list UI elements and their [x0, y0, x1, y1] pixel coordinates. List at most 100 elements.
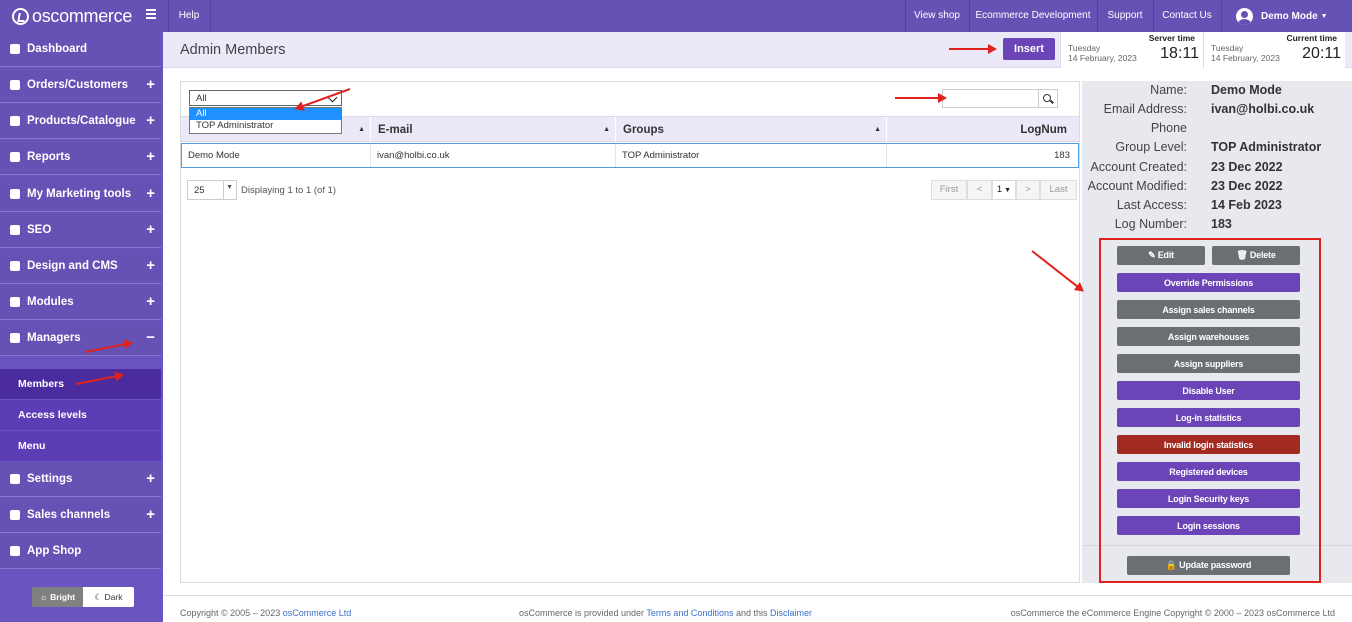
- expand-icon[interactable]: +: [146, 471, 155, 486]
- sidebar-subitem-menu[interactable]: Menu: [0, 431, 161, 462]
- folder-icon: [10, 116, 20, 126]
- sidebar-item-settings[interactable]: Settings +: [0, 462, 161, 497]
- puzzle-icon: [10, 297, 20, 307]
- sidebar-item-seo[interactable]: SEO +: [0, 213, 161, 248]
- chart-icon: [10, 152, 20, 162]
- annotation-arrow: [949, 44, 997, 54]
- sidebar-item-dashboard[interactable]: Dashboard: [0, 32, 161, 67]
- page-select[interactable]: 1 ▼: [992, 180, 1016, 200]
- sidebar-item-reports[interactable]: Reports +: [0, 140, 161, 175]
- created-label: Account Created:: [1090, 160, 1187, 174]
- collapse-icon[interactable]: −: [146, 330, 155, 345]
- bright-theme-button[interactable]: ☼ Bright: [32, 587, 83, 607]
- sidebar-item-label: Modules: [27, 296, 74, 308]
- sidebar-item-label: Reports: [27, 151, 71, 163]
- sidebar-subitem-members[interactable]: Members: [0, 369, 161, 400]
- expand-icon[interactable]: +: [146, 149, 155, 164]
- cell-group: TOP Administrator: [616, 144, 887, 167]
- expand-icon[interactable]: +: [146, 113, 155, 128]
- sidebar-subitem-access-levels[interactable]: Access levels: [0, 400, 161, 431]
- sidebar: Dashboard Orders/Customers + Products/Catal…: [0, 32, 163, 622]
- user-name: Demo Mode: [1261, 10, 1318, 22]
- expand-icon[interactable]: +: [146, 507, 155, 522]
- user-icon: [10, 333, 20, 343]
- current-time: Current time Tuesday 14 February, 2023 20…: [1203, 32, 1345, 68]
- help-link[interactable]: Help: [168, 0, 210, 32]
- last-access-label: Last Access:: [1116, 198, 1187, 212]
- monitor-icon: [10, 510, 20, 520]
- server-time: Server time Tuesday 14 February, 2023 18:…: [1060, 32, 1203, 68]
- group-value: TOP Administrator: [1211, 140, 1322, 154]
- disclaimer-link[interactable]: Disclaimer: [770, 608, 812, 618]
- cart-icon: [10, 546, 20, 556]
- insert-button[interactable]: Insert: [1003, 38, 1055, 60]
- next-page-icon[interactable]: >: [1016, 180, 1040, 200]
- contact-us-link[interactable]: Contact Us: [1153, 0, 1221, 32]
- menu-toggle-icon[interactable]: [146, 9, 156, 21]
- tag-icon: [10, 189, 20, 199]
- sidebar-item-sales-channels[interactable]: Sales channels +: [0, 498, 161, 533]
- logo[interactable]: oscommerce: [0, 0, 163, 32]
- sidebar-item-label: Managers: [27, 332, 81, 344]
- expand-icon[interactable]: +: [146, 258, 155, 273]
- avatar-icon: [1236, 7, 1253, 25]
- expand-icon[interactable]: +: [146, 186, 155, 201]
- sun-icon: ☼: [39, 592, 51, 602]
- page-header: Admin Members Insert Server time Tuesday…: [163, 32, 1352, 68]
- annotation-highlight-box: [1099, 238, 1321, 583]
- phone-label: Phone: [1150, 121, 1187, 135]
- filter-option-all[interactable]: All: [190, 108, 341, 120]
- current-date: Tuesday 14 February, 2023: [1211, 43, 1280, 63]
- sort-asc-icon: ▲: [358, 126, 365, 133]
- sidebar-item-my-marketing-tools[interactable]: My Marketing tools +: [0, 177, 161, 212]
- logo-text: oscommerce: [32, 5, 133, 26]
- oscommerce-link[interactable]: osCommerce Ltd: [283, 608, 352, 618]
- table-row[interactable]: Demo Mode ivan@holbi.co.uk TOP Administr…: [181, 143, 1079, 168]
- dark-theme-button[interactable]: ☾ Dark: [83, 587, 134, 607]
- members-table-panel: ▲ E-mail ▲ Groups ▲ LogNum Demo Mode ivan@…: [180, 81, 1080, 583]
- support-link[interactable]: Support: [1097, 0, 1153, 32]
- terms-link[interactable]: Terms and Conditions: [646, 608, 733, 618]
- search-icon[interactable]: [1039, 90, 1057, 107]
- expand-icon[interactable]: +: [146, 77, 155, 92]
- sidebar-item-label: App Shop: [27, 545, 82, 557]
- sidebar-item-app-shop[interactable]: App Shop: [0, 534, 161, 569]
- expand-icon[interactable]: +: [146, 222, 155, 237]
- email-value: ivan@holbi.co.uk: [1211, 102, 1315, 116]
- name-label: Name:: [1150, 83, 1187, 97]
- footer-copyright: Copyright © 2005 – 2023 osCommerce Ltd: [180, 608, 352, 618]
- cell-name: Demo Mode: [182, 144, 371, 167]
- column-header-lognum[interactable]: LogNum: [886, 117, 1079, 143]
- sidebar-item-orders-customers[interactable]: Orders/Customers +: [0, 68, 161, 103]
- caret-down-icon: ▼: [1320, 12, 1328, 20]
- server-time-value: 18:11: [1160, 45, 1199, 62]
- sidebar-item-label: Dashboard: [27, 43, 88, 55]
- page-size-select[interactable]: 25 ▼: [187, 180, 237, 200]
- server-time-label: Server time: [1148, 33, 1195, 43]
- last-page-button[interactable]: Last: [1040, 180, 1077, 200]
- caret-down-icon: ▼: [226, 184, 233, 191]
- prev-page-icon[interactable]: <: [967, 180, 992, 200]
- sidebar-item-modules[interactable]: Modules +: [0, 285, 161, 320]
- expand-icon[interactable]: +: [146, 294, 155, 309]
- oscommerce-logo-icon: [12, 7, 29, 25]
- ecommerce-development-link[interactable]: Ecommerce Development: [969, 0, 1097, 32]
- sidebar-item-products-catalogue[interactable]: Products/Catalogue +: [0, 104, 161, 139]
- view-shop-link[interactable]: View shop: [905, 0, 969, 32]
- sidebar-item-managers[interactable]: Managers −: [0, 321, 161, 356]
- column-header-email[interactable]: E-mail ▲: [370, 117, 615, 143]
- theme-switch[interactable]: ☼ Bright ☾ Dark: [32, 587, 134, 607]
- sort-icon: ▲: [603, 126, 610, 133]
- search-input[interactable]: [943, 90, 1039, 107]
- column-header-groups[interactable]: Groups ▲: [615, 117, 886, 143]
- filter-option-top-administrator[interactable]: TOP Administrator: [190, 120, 341, 132]
- sidebar-item-label: Products/Catalogue: [27, 115, 136, 127]
- sidebar-item-design-and-cms[interactable]: Design and CMS +: [0, 249, 161, 284]
- first-page-button[interactable]: First: [931, 180, 967, 200]
- page-title: Admin Members: [180, 42, 286, 58]
- cell-email: ivan@holbi.co.uk: [371, 144, 616, 167]
- user-menu[interactable]: Demo Mode ▼: [1226, 0, 1352, 32]
- group-filter-dropdown: All TOP Administrator: [189, 107, 342, 134]
- sitemap-icon: [10, 225, 20, 235]
- search-box: [942, 89, 1058, 108]
